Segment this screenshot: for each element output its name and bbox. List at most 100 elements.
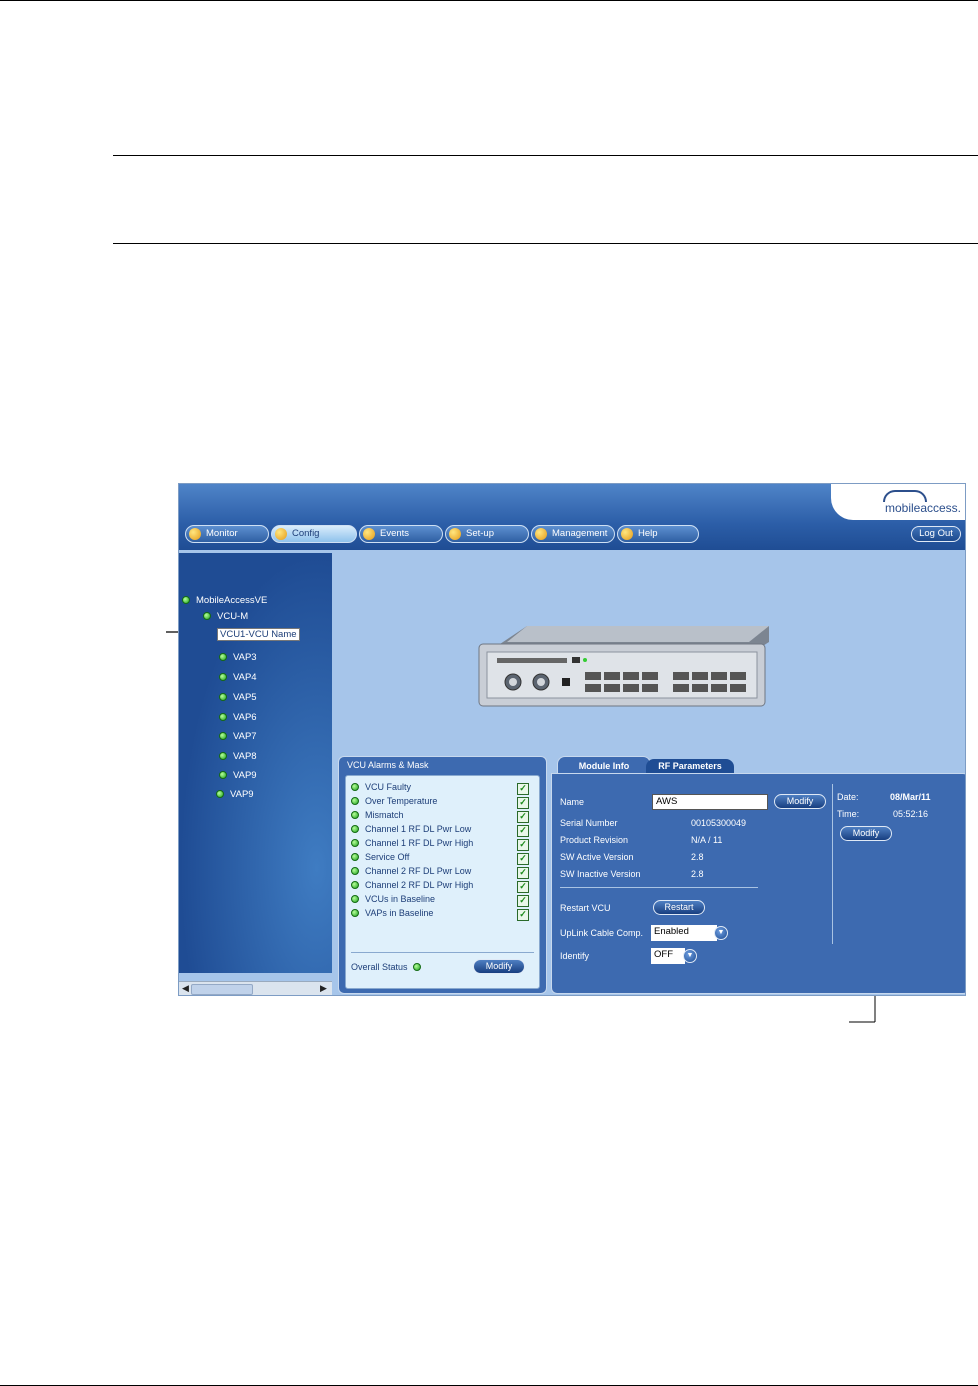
identify-label: Identify <box>560 951 590 961</box>
status-ok-icon <box>219 653 227 661</box>
tree-node-vap[interactable]: VAP6 <box>219 712 257 723</box>
scroll-right-icon[interactable]: ▶ <box>320 983 327 994</box>
chevron-down-icon[interactable]: ▼ <box>714 926 728 940</box>
vcu-device-image <box>478 626 769 707</box>
alarm-mask-checkbox[interactable]: ✓ <box>517 895 529 907</box>
product-revision-value: N/A / 11 <box>691 835 723 845</box>
status-ok-icon <box>219 771 227 779</box>
status-ok-icon <box>351 853 359 861</box>
status-ok-icon <box>351 881 359 889</box>
alarm-row: Over Temperature <box>351 796 437 806</box>
status-ok-icon <box>351 783 359 791</box>
date-value: 08/Mar/11 <box>890 792 931 802</box>
scroll-left-icon[interactable]: ◀ <box>182 983 189 994</box>
status-ok-icon <box>182 596 190 604</box>
restart-button[interactable]: Restart <box>653 900 705 915</box>
page-top-rule <box>0 0 978 1</box>
status-ok-icon <box>219 732 227 740</box>
product-revision-label: Product Revision <box>560 835 629 845</box>
setup-icon <box>449 528 461 540</box>
alarm-row: Service Off <box>351 852 409 862</box>
name-modify-button[interactable]: Modify <box>774 794 826 809</box>
uplink-cable-comp-select[interactable]: Enabled <box>651 925 717 941</box>
section-rule-bottom <box>113 243 978 244</box>
alarms-panel-title: VCU Alarms & Mask <box>347 760 429 770</box>
section-rule-top <box>113 155 978 156</box>
alarm-mask-checkbox[interactable]: ✓ <box>517 825 529 837</box>
alarm-mask-checkbox[interactable]: ✓ <box>517 881 529 893</box>
tree-node-vap[interactable]: VAP8 <box>219 751 257 762</box>
alarm-row: Channel 1 RF DL Pwr High <box>351 838 473 848</box>
tree-node-root[interactable]: MobileAccessVE <box>182 595 267 606</box>
mobileaccess-logo: mobileaccess. <box>831 484 965 520</box>
datetime-modify-button[interactable]: Modify <box>840 826 892 841</box>
alarm-mask-checkbox[interactable]: ✓ <box>517 783 529 795</box>
time-value: 05:52:16 <box>893 809 929 819</box>
name-field[interactable]: AWS <box>652 794 768 810</box>
sw-active-value: 2.8 <box>691 852 704 862</box>
tab-events[interactable]: Events <box>359 525 443 543</box>
identify-select[interactable]: OFF <box>651 948 685 964</box>
chevron-down-icon[interactable]: ▼ <box>683 949 697 963</box>
sw-inactive-label: SW Inactive Version <box>560 869 641 879</box>
tab-rf-parameters[interactable]: RF Parameters <box>646 759 734 774</box>
serial-number-value: 00105300049 <box>691 818 747 828</box>
status-ok-icon <box>219 693 227 701</box>
tree-node-selected-vcu[interactable]: VCU1-VCU Name <box>217 628 300 641</box>
scrollbar-thumb[interactable] <box>191 984 253 995</box>
logout-button[interactable]: Log Out <box>911 526 961 542</box>
status-ok-icon <box>351 867 359 875</box>
status-ok-icon <box>351 839 359 847</box>
status-ok-icon <box>351 825 359 833</box>
top-bar: mobileaccess. Monitor Config Events Set-… <box>179 484 965 550</box>
uplink-cable-comp-label: UpLink Cable Comp. <box>560 928 644 938</box>
restart-vcu-label: Restart VCU <box>560 903 611 913</box>
tab-setup[interactable]: Set-up <box>445 525 529 543</box>
serial-number-label: Serial Number <box>560 818 618 828</box>
alarm-row: Channel 2 RF DL Pwr High <box>351 880 473 890</box>
alarms-modify-button[interactable]: Modify <box>473 959 525 974</box>
time-label: Time: <box>837 809 860 819</box>
date-label: Date: <box>837 792 859 802</box>
wrench-icon <box>275 528 287 540</box>
management-icon <box>535 528 547 540</box>
app-screenshot: mobileaccess. Monitor Config Events Set-… <box>178 483 966 996</box>
tree-node-vap[interactable]: VAP4 <box>219 672 257 683</box>
tree-node-vap[interactable]: VAP9 <box>216 789 254 800</box>
alarm-row: VCUs in Baseline <box>351 894 435 904</box>
status-ok-icon <box>216 790 224 798</box>
status-ok-icon <box>351 909 359 917</box>
alarm-mask-checkbox[interactable]: ✓ <box>517 811 529 823</box>
alarm-mask-checkbox[interactable]: ✓ <box>517 867 529 879</box>
alarm-mask-checkbox[interactable]: ✓ <box>517 797 529 809</box>
tree-node-vap[interactable]: VAP7 <box>219 731 257 742</box>
tree-node-vcu-m[interactable]: VCU-M <box>203 611 248 622</box>
status-ok-icon <box>219 673 227 681</box>
alarm-row: Mismatch <box>351 810 404 820</box>
alarm-row: VAPs in Baseline <box>351 908 433 918</box>
status-ok-icon <box>351 895 359 903</box>
alarm-mask-checkbox[interactable]: ✓ <box>517 909 529 921</box>
alarm-row: Channel 1 RF DL Pwr Low <box>351 824 471 834</box>
status-ok-icon <box>351 797 359 805</box>
status-ok-icon <box>219 752 227 760</box>
alarm-mask-checkbox[interactable]: ✓ <box>517 839 529 851</box>
status-ok-icon <box>413 963 422 971</box>
tree-node-vap[interactable]: VAP5 <box>219 692 257 703</box>
tab-help[interactable]: Help <box>617 525 699 543</box>
tab-config[interactable]: Config <box>271 525 357 543</box>
tree-horizontal-scrollbar[interactable]: ◀ ▶ <box>179 981 332 995</box>
name-label: Name <box>560 797 585 807</box>
tab-monitor[interactable]: Monitor <box>185 525 269 543</box>
tab-management[interactable]: Management <box>531 525 615 543</box>
alarm-mask-checkbox[interactable]: ✓ <box>517 853 529 865</box>
alarm-row: Channel 2 RF DL Pwr Low <box>351 866 471 876</box>
events-icon <box>363 528 375 540</box>
overall-status: Overall Status <box>351 962 427 972</box>
tree-node-vap[interactable]: VAP3 <box>219 652 257 663</box>
module-info-panel: Name AWS Modify Serial Number 0010530004… <box>551 773 965 994</box>
monitor-icon <box>189 528 201 540</box>
sw-inactive-value: 2.8 <box>691 869 704 879</box>
alarms-list: VCU Faulty ✓ Over Temperature ✓ Mismatch… <box>345 775 540 989</box>
tree-node-vap[interactable]: VAP9 <box>219 770 257 781</box>
